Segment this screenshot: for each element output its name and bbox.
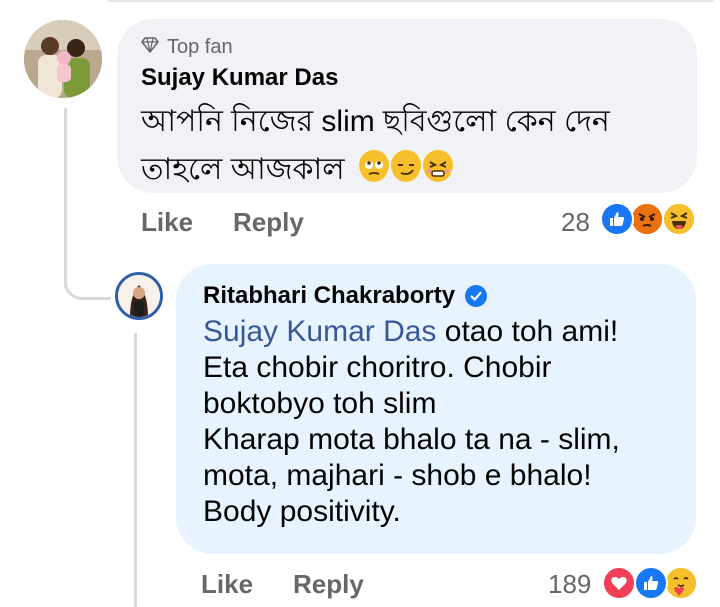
reply-thread-line <box>134 333 137 607</box>
rolling-eyes-icon <box>358 150 389 182</box>
persevering-icon <box>422 150 453 182</box>
like-icon[interactable] <box>600 202 634 236</box>
like-button[interactable]: Like <box>141 207 193 238</box>
top-divider <box>108 0 714 2</box>
comment-text-line: তাহলে আজকাল <box>141 153 345 186</box>
top-fan-badge: Top fan <box>141 36 233 59</box>
reply-text-line: boktobyo toh slim <box>203 387 437 420</box>
reply-author[interactable]: Ritabhari Chakraborty <box>203 282 455 310</box>
reply-text-line: Body positivity. <box>203 495 401 528</box>
reply-text-line: Eta chobir choritro. Chobir <box>203 351 552 384</box>
diamond-icon <box>141 36 159 59</box>
like-icon[interactable] <box>634 566 668 600</box>
avatar[interactable] <box>24 20 102 98</box>
reply-author-row: Ritabhari Chakraborty <box>203 282 488 310</box>
laughing-icon[interactable] <box>662 202 696 236</box>
badge-label: Top fan <box>167 36 233 58</box>
comment-text-line: আপনি নিজের slim ছবিগুলো কেন দেন <box>141 105 610 138</box>
comment-text: আপনি নিজের slim ছবিগুলো কেন দেন তাহলে আজ… <box>141 98 681 194</box>
avatar[interactable] <box>115 272 163 320</box>
angry-icon[interactable] <box>630 202 664 236</box>
comment-author[interactable]: Sujay Kumar Das <box>141 64 338 92</box>
reply-text-segment: otao toh ami! <box>436 315 619 348</box>
reply-button[interactable]: Reply <box>233 207 304 238</box>
reaction-count[interactable]: 189 <box>548 569 591 600</box>
reply-text-line: Kharap mota bhalo ta na - slim, <box>203 423 620 456</box>
love-icon[interactable] <box>602 566 636 600</box>
mention-link[interactable]: Sujay Kumar Das <box>203 315 436 348</box>
reaction-count[interactable]: 28 <box>561 207 590 238</box>
like-button[interactable]: Like <box>201 569 253 600</box>
verified-badge-icon <box>465 285 488 307</box>
reply-button[interactable]: Reply <box>293 569 364 600</box>
reply-text: Sujay Kumar Das otao toh ami! Eta chobir… <box>203 314 683 530</box>
care-icon[interactable] <box>664 566 698 600</box>
smirk-icon <box>390 150 421 182</box>
reply-text-line: mota, majhari - shob e bhalo! <box>203 459 592 492</box>
thread-connector <box>64 255 111 300</box>
